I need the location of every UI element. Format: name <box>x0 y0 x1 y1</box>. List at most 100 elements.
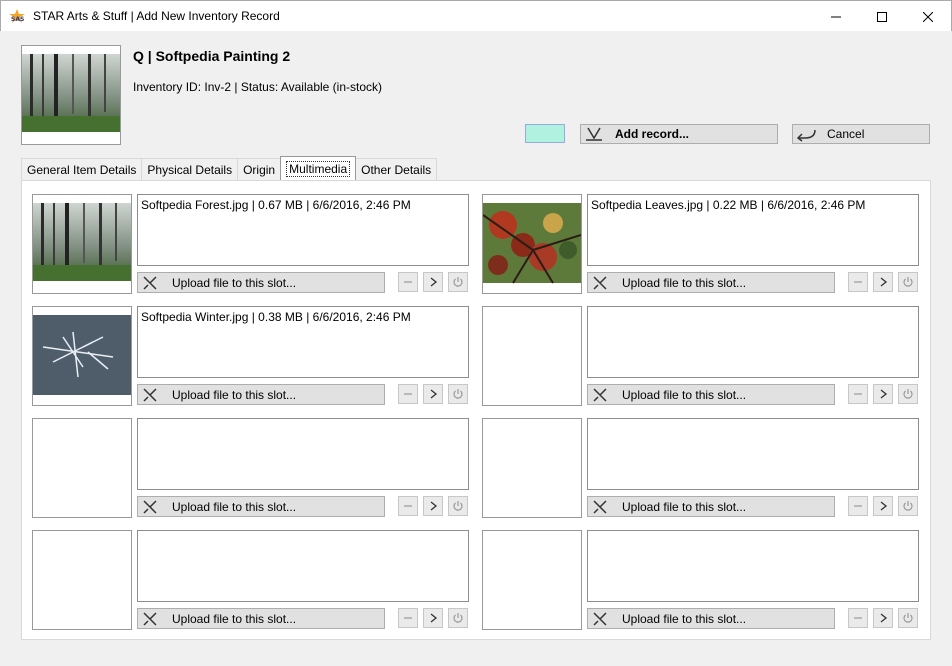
add-record-button[interactable]: Add record... <box>580 124 778 144</box>
clear-x-icon <box>143 387 157 402</box>
item-title: Q | Softpedia Painting 2 <box>133 48 291 64</box>
close-button[interactable] <box>905 1 951 32</box>
power-button[interactable] <box>448 384 468 404</box>
tab-physical-details[interactable]: Physical Details <box>141 158 239 180</box>
power-button[interactable] <box>898 384 918 404</box>
slot-file-info[interactable]: Softpedia Leaves.jpg | 0.22 MB | 6/6/201… <box>587 194 919 266</box>
remove-button[interactable] <box>398 608 418 628</box>
power-icon <box>453 277 463 287</box>
remove-button[interactable] <box>848 608 868 628</box>
slot-file-info[interactable] <box>137 418 469 490</box>
upload-file-label: Upload file to this slot... <box>172 387 297 402</box>
upload-file-label: Upload file to this slot... <box>172 275 297 290</box>
remove-button[interactable] <box>848 496 868 516</box>
clear-x-icon <box>593 275 607 290</box>
download-arrow-icon <box>586 127 602 141</box>
remove-button[interactable] <box>398 272 418 292</box>
item-thumbnail <box>21 45 121 145</box>
upload-file-button[interactable]: Upload file to this slot... <box>137 384 385 405</box>
minus-icon <box>404 393 412 395</box>
media-slot: Upload file to this slot... <box>32 418 472 520</box>
power-icon <box>453 501 463 511</box>
upload-file-button[interactable]: Upload file to this slot... <box>137 608 385 629</box>
power-button[interactable] <box>448 496 468 516</box>
power-button[interactable] <box>898 272 918 292</box>
clear-x-icon <box>143 275 157 290</box>
slot-thumbnail <box>482 306 582 406</box>
chevron-right-icon <box>880 277 888 287</box>
upload-file-button[interactable]: Upload file to this slot... <box>587 608 835 629</box>
power-button[interactable] <box>448 608 468 628</box>
maximize-button[interactable] <box>859 1 905 32</box>
slot-file-info[interactable] <box>587 530 919 602</box>
next-button[interactable] <box>873 608 893 628</box>
color-swatch[interactable] <box>525 124 565 143</box>
slot-file-info[interactable]: Softpedia Winter.jpg | 0.38 MB | 6/6/201… <box>137 306 469 378</box>
app-logo-icon: SAS <box>9 9 25 23</box>
next-button[interactable] <box>873 384 893 404</box>
power-icon <box>903 389 913 399</box>
power-button[interactable] <box>448 272 468 292</box>
next-button[interactable] <box>423 272 443 292</box>
media-slot: Upload file to this slot... <box>482 418 922 520</box>
window-title: STAR Arts & Stuff | Add New Inventory Re… <box>33 9 280 23</box>
slot-thumbnail <box>482 194 582 294</box>
chevron-right-icon <box>880 389 888 399</box>
minus-icon <box>854 505 862 507</box>
slot-thumbnail <box>32 418 132 518</box>
next-button[interactable] <box>873 496 893 516</box>
remove-button[interactable] <box>848 384 868 404</box>
slot-thumbnail <box>482 418 582 518</box>
minimize-icon <box>831 16 841 17</box>
close-icon <box>923 11 933 22</box>
tab-other-details[interactable]: Other Details <box>355 158 438 180</box>
remove-button[interactable] <box>398 496 418 516</box>
svg-text:SAS: SAS <box>11 16 24 23</box>
remove-button[interactable] <box>398 384 418 404</box>
cancel-label: Cancel <box>827 127 865 141</box>
minus-icon <box>854 393 862 395</box>
slot-file-info[interactable] <box>137 530 469 602</box>
upload-file-button[interactable]: Upload file to this slot... <box>137 496 385 517</box>
slot-thumbnail <box>482 530 582 630</box>
power-icon <box>903 613 913 623</box>
upload-file-label: Upload file to this slot... <box>172 499 297 514</box>
slot-thumbnail <box>32 530 132 630</box>
next-button[interactable] <box>873 272 893 292</box>
upload-file-button[interactable]: Upload file to this slot... <box>587 496 835 517</box>
tab-origin[interactable]: Origin <box>237 158 282 180</box>
tab-general-item-details[interactable]: General Item Details <box>21 158 143 180</box>
upload-file-button[interactable]: Upload file to this slot... <box>587 272 835 293</box>
tab-multimedia[interactable]: Multimedia <box>280 156 357 180</box>
slot-file-info[interactable] <box>587 306 919 378</box>
tab-strip: General Item Details Physical Details Or… <box>21 156 438 180</box>
minus-icon <box>404 505 412 507</box>
item-subtitle: Inventory ID: Inv-2 | Status: Available … <box>133 80 382 94</box>
slot-file-info[interactable]: Softpedia Forest.jpg | 0.67 MB | 6/6/201… <box>137 194 469 266</box>
power-button[interactable] <box>898 496 918 516</box>
upload-file-label: Upload file to this slot... <box>622 499 747 514</box>
media-slot: Upload file to this slot... <box>482 530 922 632</box>
next-button[interactable] <box>423 384 443 404</box>
clear-x-icon <box>143 499 157 514</box>
power-icon <box>453 613 463 623</box>
slot-thumbnail <box>32 194 132 294</box>
upload-file-button[interactable]: Upload file to this slot... <box>587 384 835 405</box>
media-slot: Softpedia Winter.jpg | 0.38 MB | 6/6/201… <box>32 306 472 408</box>
cancel-button[interactable]: Cancel <box>792 124 930 144</box>
slot-file-info[interactable] <box>587 418 919 490</box>
upload-file-button[interactable]: Upload file to this slot... <box>137 272 385 293</box>
minus-icon <box>854 617 862 619</box>
power-button[interactable] <box>898 608 918 628</box>
remove-button[interactable] <box>848 272 868 292</box>
next-button[interactable] <box>423 608 443 628</box>
maximize-icon <box>877 11 887 22</box>
upload-file-label: Upload file to this slot... <box>622 387 747 402</box>
undo-arrow-icon <box>796 129 816 142</box>
add-record-label: Add record... <box>615 127 690 141</box>
upload-file-label: Upload file to this slot... <box>172 611 297 626</box>
clear-x-icon <box>143 611 157 626</box>
minimize-button[interactable] <box>813 1 859 32</box>
next-button[interactable] <box>423 496 443 516</box>
upload-file-label: Upload file to this slot... <box>622 611 747 626</box>
